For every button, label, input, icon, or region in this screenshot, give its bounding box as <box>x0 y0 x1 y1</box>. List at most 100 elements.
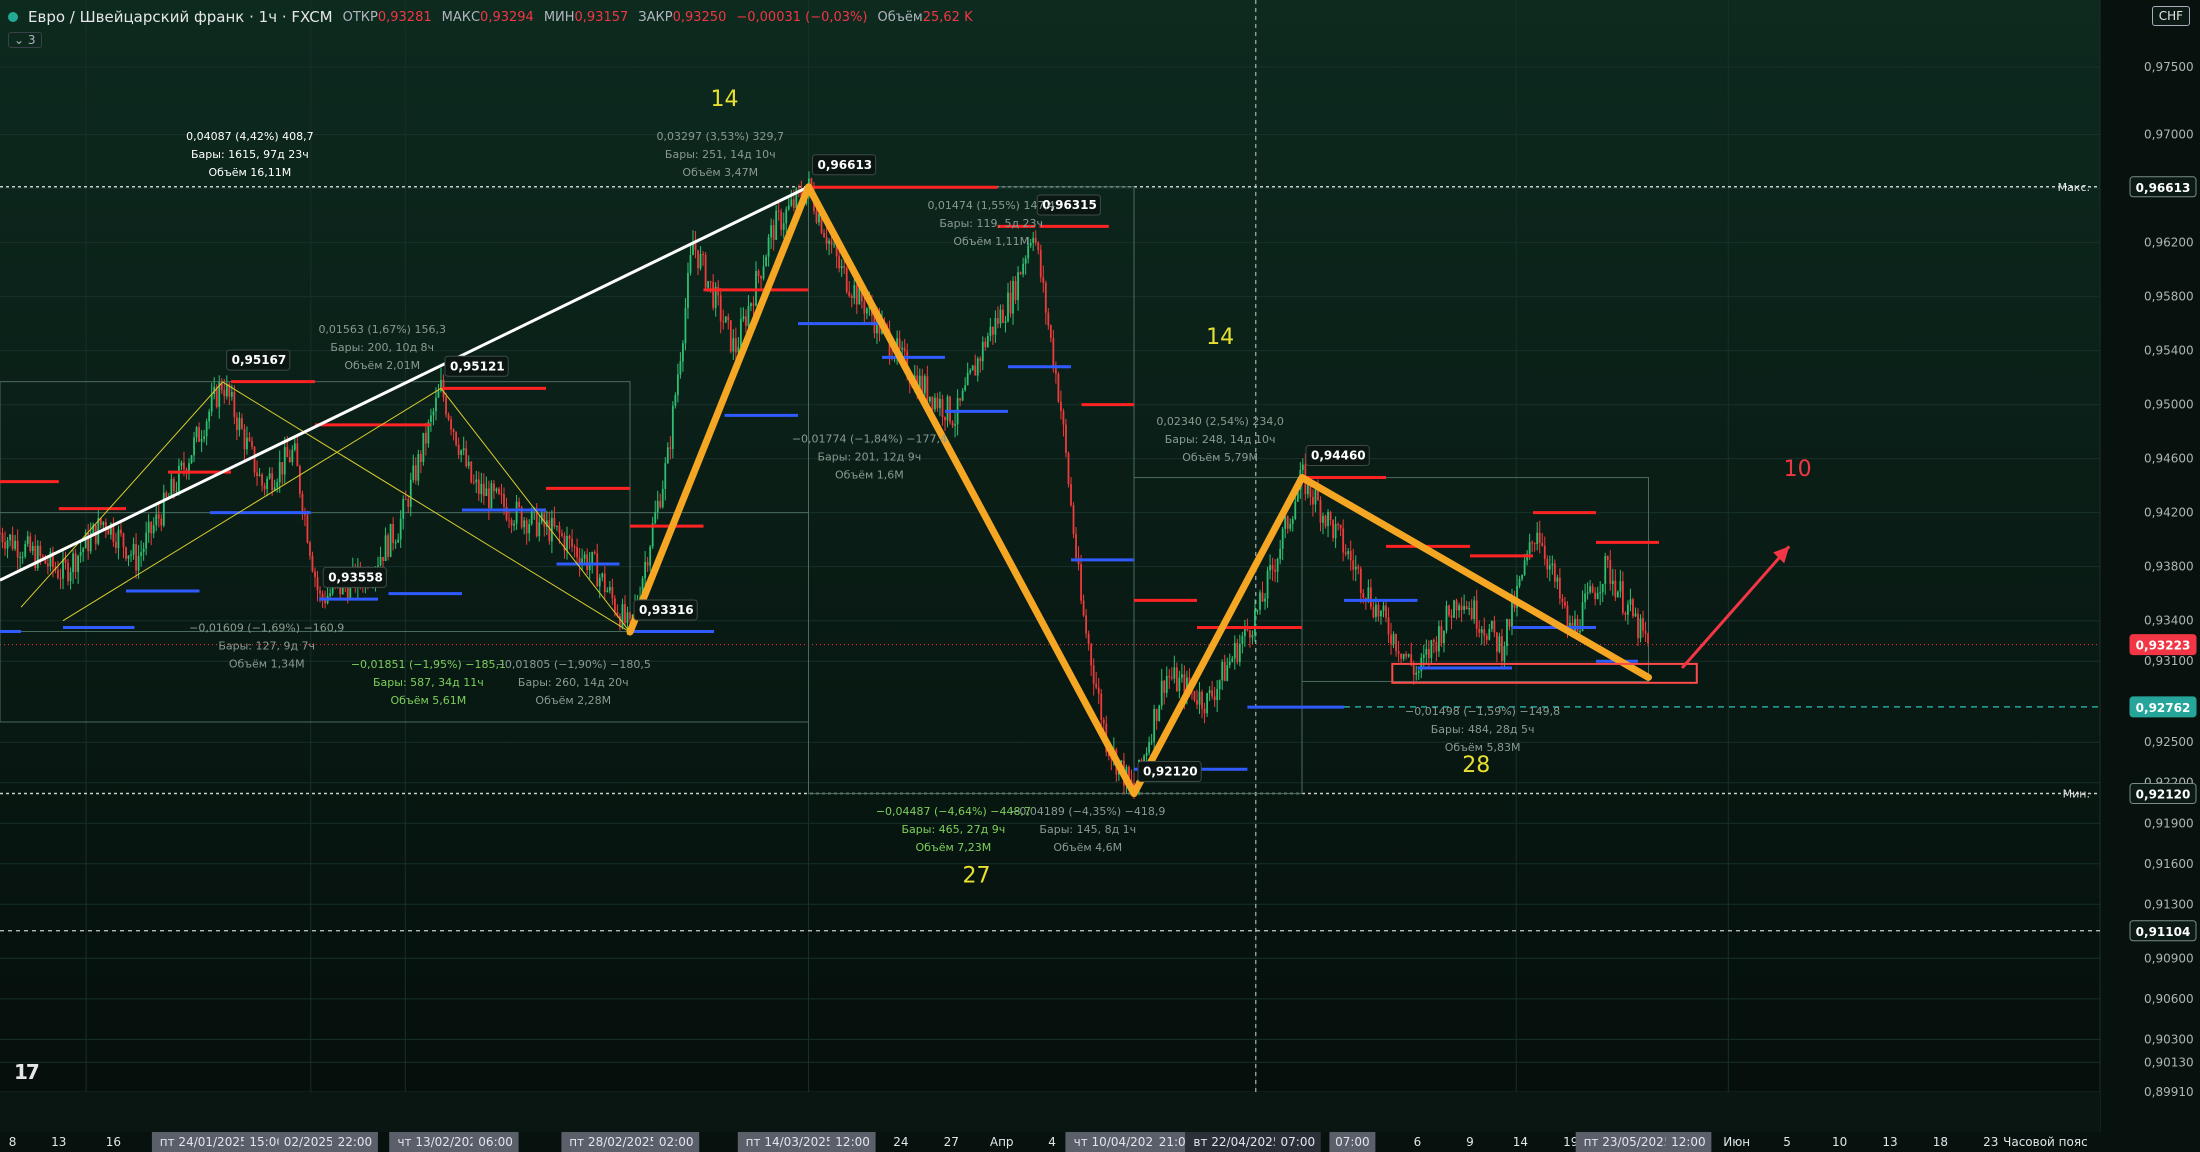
time-tick-label: вт 22/04/2025 <box>1193 1135 1280 1149</box>
time-tick-label: 02/2025 <box>284 1135 334 1149</box>
candle-body <box>1495 632 1498 652</box>
time-tick-label: 23 <box>1983 1135 1998 1149</box>
swing-label-text: 0,96613 <box>818 158 873 172</box>
candle-body <box>46 563 49 567</box>
currency-selector[interactable]: CHF <box>2151 6 2190 26</box>
candle-body <box>1644 630 1647 634</box>
candle-body <box>1269 565 1271 571</box>
candle-body <box>160 518 163 526</box>
candle-body <box>1274 569 1277 572</box>
candle-body <box>1385 605 1387 618</box>
candle-body <box>1359 568 1362 594</box>
candle-body <box>770 225 773 238</box>
candle-body <box>629 612 631 620</box>
candle-body <box>603 573 606 592</box>
candle-body <box>1490 620 1493 629</box>
candle-body <box>1584 593 1586 603</box>
price-chart[interactable]: 0,975000,970000,966000,962000,958000,954… <box>0 0 2200 1152</box>
candle-body <box>1097 687 1100 694</box>
candle-body <box>1458 605 1460 611</box>
candle-body <box>1407 654 1410 657</box>
candle-body <box>1614 580 1617 598</box>
candle-body <box>1251 634 1254 638</box>
candle-body <box>288 457 291 463</box>
measure-text: Бары: 127, 9д 7ч <box>218 639 315 652</box>
candle-body <box>1642 618 1644 631</box>
candle-body <box>1213 696 1216 701</box>
candle-body <box>833 244 836 246</box>
candle-body <box>4 542 6 549</box>
measure-text: Объём 1,34M <box>229 657 305 670</box>
time-tick-label: пт 24/01/2025 <box>160 1135 248 1149</box>
candle-body <box>1422 654 1425 658</box>
candle-body <box>732 338 735 352</box>
candle-body <box>1211 690 1214 697</box>
candle-body <box>314 571 316 578</box>
candle-body <box>1591 586 1594 593</box>
candle-body <box>77 555 80 572</box>
indicator-toggle[interactable]: ⌄ 3 <box>8 32 42 48</box>
candle-body <box>1057 373 1060 402</box>
candle-body <box>298 466 301 494</box>
open-value: 0,93281 <box>377 10 432 25</box>
candle-body <box>707 281 710 288</box>
candle-body <box>1443 630 1445 644</box>
time-tick-label: 9 <box>1466 1135 1474 1149</box>
y-tick-label: 0,90300 <box>2144 1032 2194 1046</box>
symbol-title[interactable]: Евро / Швейцарский франк · 1ч · FXCM <box>28 8 333 26</box>
candle-body <box>1438 626 1440 652</box>
candle-body <box>903 347 906 352</box>
candle-body <box>1453 600 1455 618</box>
time-tick-label: 16 <box>106 1135 121 1149</box>
candle-body <box>36 545 39 569</box>
measure-text: Бары: 484, 28д 5ч <box>1431 723 1535 736</box>
candle-body <box>767 237 770 257</box>
candle-body <box>306 514 309 543</box>
candle-body <box>664 463 667 489</box>
candle-body <box>145 532 148 549</box>
candle-body <box>596 553 599 587</box>
candle-body <box>460 450 463 455</box>
candle-body <box>422 432 425 462</box>
candle-body <box>152 525 155 534</box>
candle-body <box>845 267 848 292</box>
candle-body <box>261 474 263 486</box>
candle-body <box>203 436 206 440</box>
volume-label: Объём <box>877 10 923 25</box>
candle-body <box>684 308 687 344</box>
candle-body <box>1556 577 1559 582</box>
time-tick-label: Июн <box>1723 1135 1750 1149</box>
chart-header: Евро / Швейцарский франк · 1ч · FXCM ОТК… <box>8 6 973 28</box>
candle-body <box>293 443 296 450</box>
candle-body <box>863 301 866 314</box>
candle-body <box>1553 563 1556 582</box>
candle-body <box>205 421 208 437</box>
measure-text: 0,04087 (4,42%) 408,7 <box>186 130 314 143</box>
candle-body <box>934 397 936 410</box>
y-tick-label: 0,90900 <box>2144 951 2194 965</box>
candle-body <box>510 520 513 526</box>
candle-body <box>583 554 586 559</box>
candle-body <box>1049 325 1052 339</box>
candle-body <box>513 523 515 526</box>
y-tick-label: 0,91300 <box>2144 897 2194 911</box>
candle-body <box>1206 693 1208 714</box>
high-label: МАКС <box>441 10 481 25</box>
candle-body <box>1599 592 1602 594</box>
candle-body <box>739 319 742 347</box>
candle-body <box>951 422 954 426</box>
candle-body <box>530 509 533 525</box>
candle-body <box>462 448 465 451</box>
candle-body <box>745 316 747 326</box>
candle-body <box>135 544 137 571</box>
candle-body <box>1281 528 1284 549</box>
candle-body <box>1639 618 1642 639</box>
candle-body <box>311 555 314 572</box>
candle-body <box>1566 605 1569 627</box>
candle-body <box>571 538 573 547</box>
y-tick-label: 0,95800 <box>2144 290 2194 304</box>
candle-body <box>1596 593 1599 599</box>
candle-body <box>296 443 299 467</box>
candle-body <box>1594 592 1597 599</box>
candle-body <box>1155 708 1158 721</box>
